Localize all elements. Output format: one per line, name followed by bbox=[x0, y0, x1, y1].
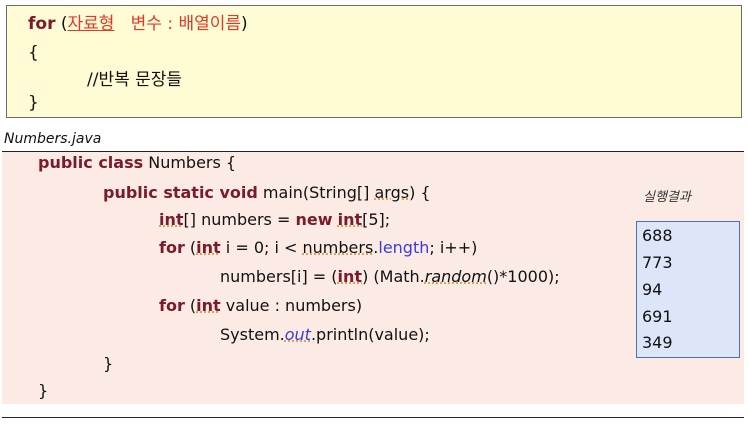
syntax-box: for (자료형 변수 : 배열이름) { //반복 문장들 } bbox=[6, 5, 742, 118]
result-value: 773 bbox=[642, 253, 673, 272]
array-decl-text: [] numbers = bbox=[183, 210, 296, 229]
assign-text: numbers[i] = ( bbox=[220, 267, 338, 286]
syntax-line-comment: //반복 문장들 bbox=[87, 70, 183, 90]
file-name-label: Numbers.java bbox=[4, 131, 102, 147]
numbers-ref: numbers bbox=[302, 238, 374, 257]
result-label: 실행결과 bbox=[643, 190, 691, 205]
int-keyword-3: int bbox=[196, 238, 221, 257]
main-modifiers: public static void bbox=[103, 183, 258, 202]
random-end: ()*1000); bbox=[486, 267, 560, 286]
syntax-line-for: for (자료형 변수 : 배열이름) bbox=[28, 13, 248, 35]
result-value: 688 bbox=[642, 226, 673, 245]
math-text: ) (Math. bbox=[362, 267, 425, 286]
for-increment: ; i++) bbox=[429, 238, 478, 257]
result-value: 94 bbox=[642, 280, 663, 299]
code-line-close-main: } bbox=[103, 354, 114, 373]
paren-close: ) bbox=[241, 14, 248, 34]
code-line-for-each: for (int value : numbers) bbox=[159, 295, 362, 317]
for-keyword: for bbox=[28, 14, 56, 34]
code-line-main: public static void main(String[] args) { bbox=[103, 182, 431, 204]
type-placeholder: 자료형 bbox=[67, 14, 115, 34]
paren-open: ( bbox=[55, 14, 68, 34]
syntax-line-open-brace: { bbox=[28, 43, 39, 63]
class-name: Numbers { bbox=[143, 153, 237, 172]
for-keyword-1: for bbox=[159, 238, 185, 257]
args-param: args bbox=[374, 183, 410, 202]
code-line-random: numbers[i] = (int) (Math.random()*1000); bbox=[220, 266, 560, 288]
bottom-rule bbox=[2, 417, 744, 418]
int-keyword: int bbox=[159, 210, 184, 229]
main-signature: main(String[] bbox=[257, 183, 375, 202]
code-panel: public class Numbers { public static voi… bbox=[2, 152, 744, 404]
int-cast: int bbox=[337, 267, 363, 286]
for-init: i = 0; i < bbox=[220, 238, 303, 257]
code-line-class: public class Numbers { bbox=[38, 152, 236, 174]
syntax-line-close-brace: } bbox=[28, 93, 39, 113]
result-box: 688 773 94 691 349 bbox=[636, 221, 740, 358]
array-size: [5]; bbox=[362, 210, 391, 229]
for-keyword-2: for bbox=[159, 296, 185, 315]
new-keyword: new bbox=[295, 210, 333, 229]
code-line-close-class: } bbox=[38, 381, 49, 400]
code-line-for-index: for (int i = 0; i < numbers.length; i++) bbox=[159, 237, 477, 259]
length-field: length bbox=[378, 238, 430, 257]
int-keyword-2: int bbox=[337, 210, 363, 229]
println-text: .println(value); bbox=[310, 325, 430, 344]
for-paren-2: ( bbox=[184, 296, 197, 315]
int-keyword-4: int bbox=[196, 296, 221, 315]
code-line-array-decl: int[] numbers = new int[5]; bbox=[159, 209, 390, 231]
code-line-println: System.out.println(value); bbox=[220, 324, 430, 346]
for-paren: ( bbox=[184, 238, 197, 257]
result-value: 349 bbox=[642, 333, 673, 352]
for-each-text: value : numbers) bbox=[220, 296, 363, 315]
result-value: 691 bbox=[642, 307, 673, 326]
system-text: System. bbox=[220, 325, 285, 344]
out-field: out bbox=[284, 325, 311, 344]
main-signature-end: ) { bbox=[409, 183, 431, 202]
random-method: random bbox=[424, 267, 487, 286]
var-array-placeholder: 변수 : 배열이름 bbox=[114, 14, 242, 34]
class-keywords: public class bbox=[38, 153, 144, 172]
